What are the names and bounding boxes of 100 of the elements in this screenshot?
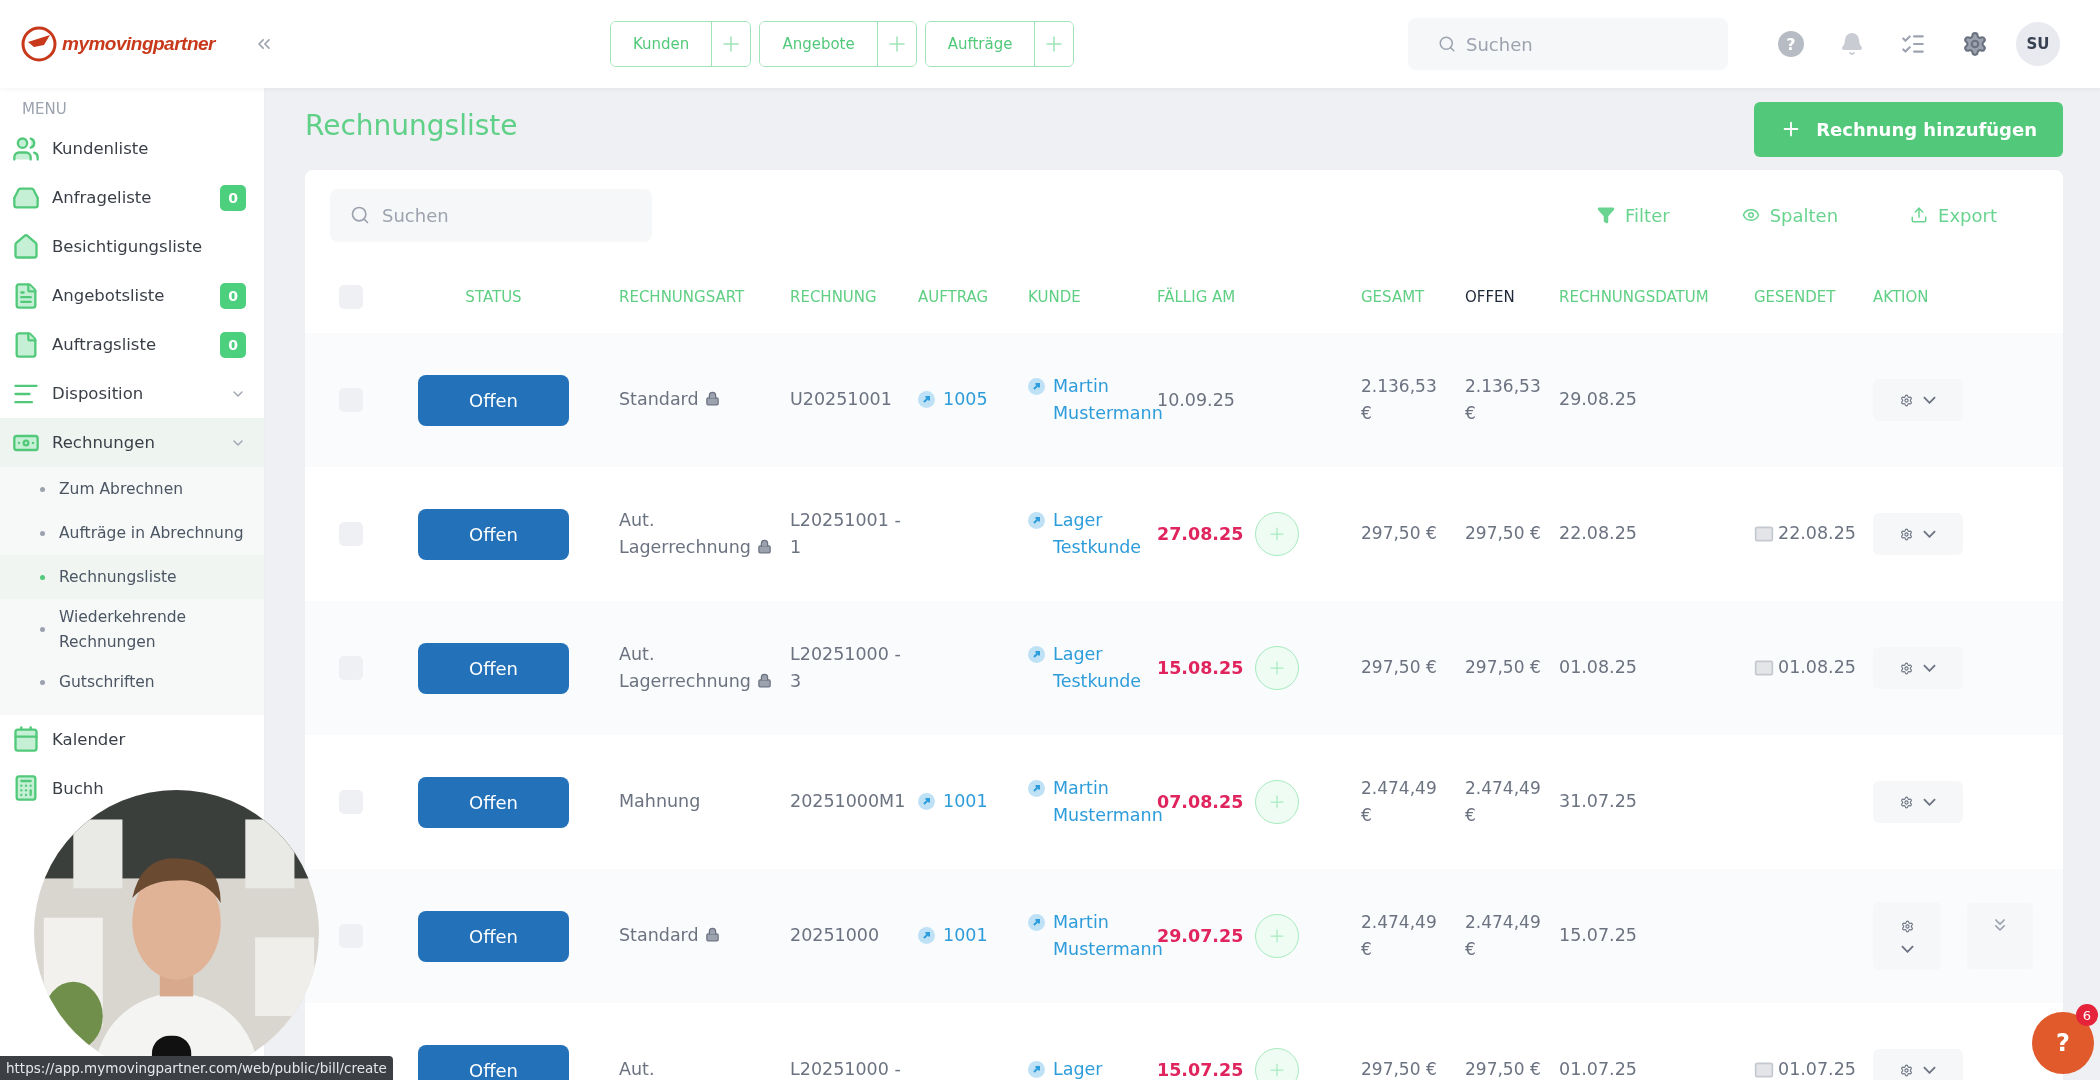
submenu-item[interactable]: Aufträge in Abrechnung (0, 511, 264, 555)
table-cell-text: 297,50 € (1361, 1058, 1438, 1080)
table-cell-text: 297,50 € (1465, 656, 1542, 680)
quick-action-button[interactable]: Kunden (611, 22, 713, 66)
gear-icon (1900, 1063, 1913, 1077)
status-button[interactable]: Offen (418, 642, 569, 694)
link-icon (1028, 645, 1045, 663)
status-button[interactable]: Offen (418, 374, 569, 426)
action-button[interactable] (1873, 379, 1963, 421)
table-cell-text: 297,50 € (1465, 522, 1542, 546)
column-header[interactable]: OFFEN (1465, 287, 1559, 306)
customer-link[interactable]: Lager (1028, 1056, 1103, 1080)
gear-icon (1900, 393, 1913, 407)
add-payment-button[interactable] (1255, 646, 1300, 690)
status-button[interactable]: Offen (418, 1044, 569, 1080)
add-payment-button[interactable] (1255, 512, 1300, 556)
submenu-item[interactable]: Wiederkehrende Rechnungen (0, 599, 264, 661)
table-cell-text: 15.07.25 (1559, 924, 1638, 948)
search-icon (350, 205, 370, 225)
sent-date: 01.07.25 (1778, 1058, 1856, 1080)
add-invoice-button[interactable]: Rechnung hinzufügen (1754, 101, 2063, 157)
order-link[interactable]: 1001 (918, 788, 988, 816)
bell-icon[interactable] (1840, 32, 1864, 56)
gear-icon (1900, 795, 1913, 809)
table-cell-text: U20251001 (790, 388, 893, 412)
status-button[interactable]: Offen (418, 910, 569, 962)
gear-icon (1900, 527, 1913, 541)
submenu-item[interactable]: Gutschriften (0, 660, 264, 705)
add-payment-button[interactable] (1255, 780, 1300, 824)
chevron-icon (1923, 396, 1936, 404)
settings-icon[interactable] (1962, 31, 1988, 57)
table-cell: Mahnung (619, 791, 701, 812)
add-payment-button[interactable] (1255, 914, 1300, 958)
table-cell-text: 297,50 € (1361, 522, 1438, 546)
customer-link[interactable]: Lager Testkunde (1028, 506, 1157, 562)
link-icon (918, 927, 935, 945)
eye-icon (1741, 206, 1760, 224)
chevron-icon (1923, 664, 1936, 672)
filter-icon (1597, 206, 1616, 224)
link-icon (918, 793, 935, 811)
column-header[interactable]: AKTION (1873, 287, 2063, 306)
column-header[interactable]: STATUS (418, 287, 569, 306)
action-button[interactable] (1873, 513, 1963, 555)
column-header[interactable]: AUFTRAG (918, 287, 1028, 306)
help-icon[interactable]: ? (1778, 31, 1804, 57)
column-header[interactable]: GESENDET (1754, 287, 1873, 306)
column-header[interactable]: RECHNUNGSDATUM (1559, 287, 1754, 306)
link-icon (1028, 1061, 1045, 1079)
submenu-item[interactable]: Rechnungsliste (0, 555, 264, 599)
toolbar-button[interactable]: Filter (1591, 203, 1676, 227)
users-icon (12, 134, 40, 163)
link-icon (918, 391, 935, 409)
action-button[interactable] (1873, 1049, 1963, 1080)
due-date: 07.08.25 (1157, 792, 1244, 812)
count-badge: 0 (220, 184, 246, 211)
house-icon (12, 232, 40, 261)
search-icon (1438, 35, 1456, 53)
table-cell: Aut. Lagerrechnung (619, 643, 751, 691)
order-link[interactable]: 1001 (918, 922, 988, 950)
gear-icon (1900, 919, 1914, 933)
logo-icon (20, 25, 58, 63)
sidebar-item[interactable]: Rechnungen (0, 418, 264, 467)
table-cell-text: 01.07.25 (1559, 1058, 1638, 1080)
toolbar-button[interactable]: Export (1904, 203, 2003, 227)
status-button[interactable]: Offen (418, 776, 569, 828)
menu-heading: MENU (21, 100, 68, 120)
column-header[interactable]: RECHNUNG (790, 287, 918, 306)
add-payment-button[interactable] (1255, 1048, 1300, 1080)
submenu-item[interactable]: Zum Abrechnen (0, 467, 264, 511)
action-button[interactable] (1873, 647, 1963, 689)
customer-link[interactable]: Lager Testkunde (1028, 640, 1157, 696)
avatar[interactable]: SU (2016, 22, 2060, 66)
sent-date: 22.08.25 (1778, 522, 1856, 546)
column-header[interactable]: GESAMT (1361, 287, 1465, 306)
action-button[interactable] (1873, 902, 1941, 970)
table-cell: Standard (619, 389, 699, 410)
expand-button[interactable] (1967, 903, 2033, 969)
table-cell-text: L20251001 - 1 (790, 508, 902, 559)
table-cell-text: 2.474,49 € (1465, 910, 1542, 961)
table-cell-text: 22.08.25 (1559, 522, 1638, 546)
action-button[interactable] (1873, 781, 1963, 823)
table-cell-text: 20251000M1 (790, 790, 907, 814)
chevron-icon (1923, 1066, 1936, 1074)
due-date: 29.07.25 (1157, 926, 1244, 946)
quick-action-button[interactable]: Aufträge (925, 22, 1036, 66)
order-link[interactable]: 1005 (918, 386, 988, 414)
quick-action-button[interactable]: Angebote (760, 22, 878, 66)
upload-icon (1910, 206, 1929, 224)
search-field[interactable]: Suchen (330, 188, 652, 242)
column-header[interactable]: RECHNUNGSART (619, 287, 790, 306)
page-title: Rechnungsliste (305, 108, 518, 142)
search-field[interactable]: Suchen (1408, 18, 1728, 70)
url-tooltip: https://app.mymovingpartner.com/web/public/bill/create (0, 1056, 393, 1080)
column-header[interactable]: FÄLLIG AM (1157, 287, 1361, 306)
column-header[interactable]: KUNDE (1028, 287, 1157, 306)
status-button[interactable]: Offen (418, 508, 569, 560)
link-icon (1028, 779, 1045, 797)
table-cell: Aut. (619, 1059, 655, 1080)
table-cell: Aut. Lagerrechnung (619, 509, 751, 557)
toolbar-button[interactable]: Spalten (1735, 203, 1845, 227)
